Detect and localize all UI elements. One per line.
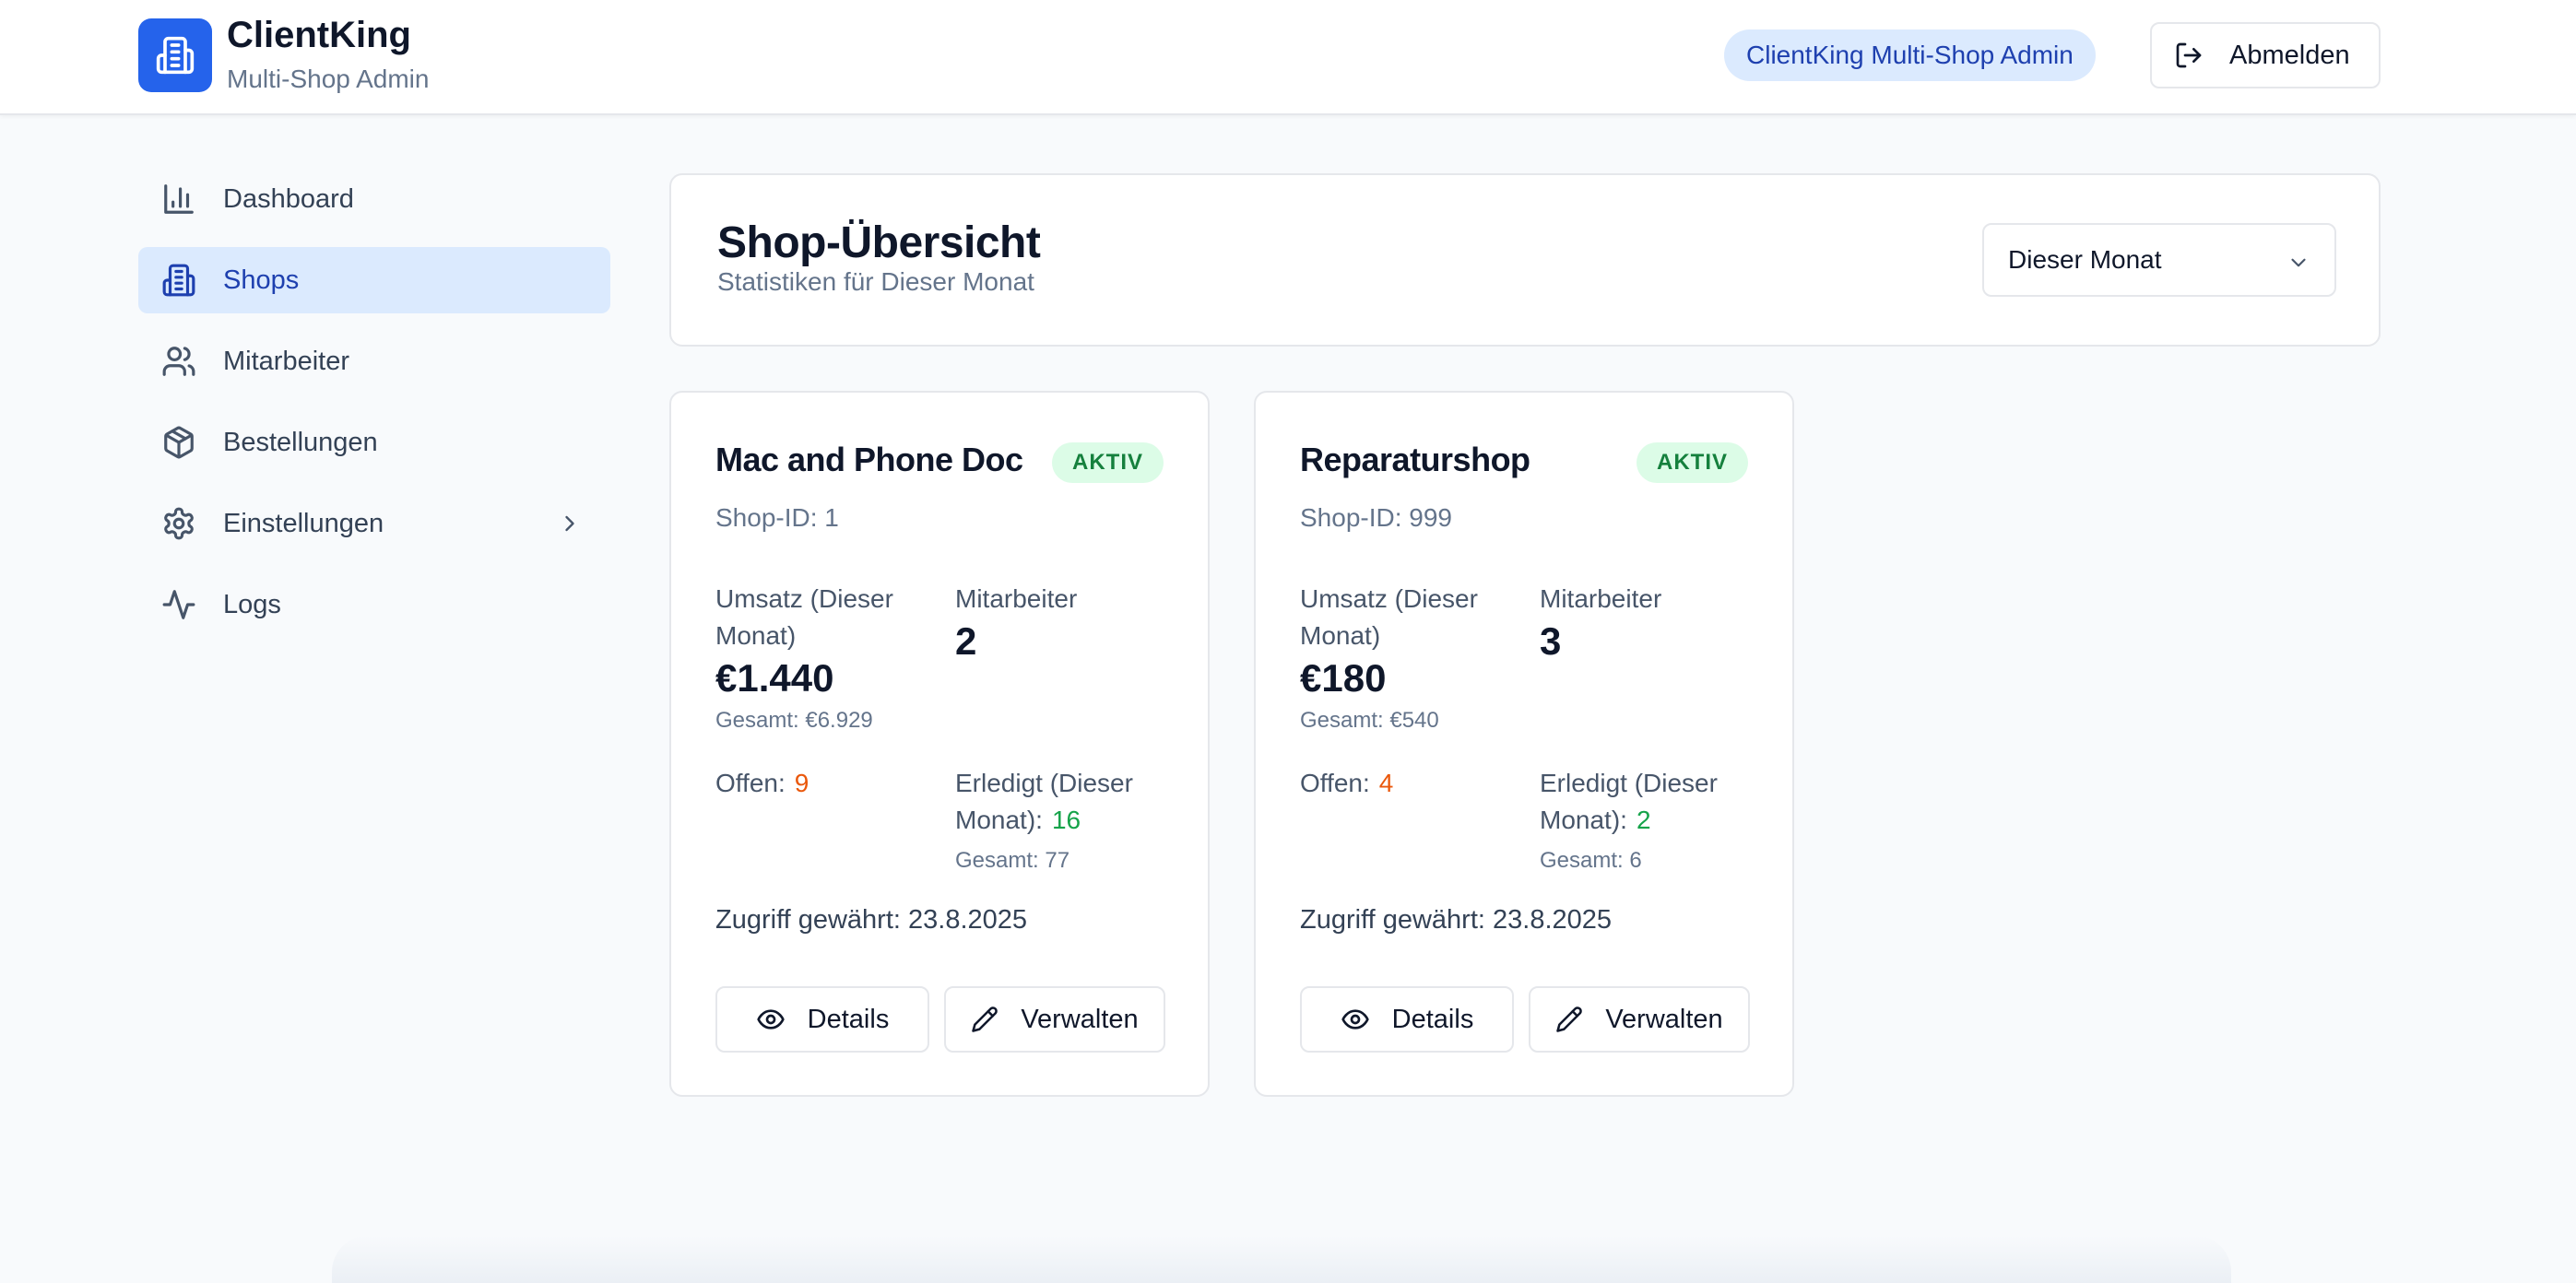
eye-icon xyxy=(757,1009,785,1030)
sidebar-item-einstellungen[interactable]: Einstellungen xyxy=(138,490,610,557)
top-header: ClientKing Multi-Shop Admin ClientKing M… xyxy=(0,0,2576,115)
open-value: 4 xyxy=(1378,769,1394,797)
done-orders: Erledigt (Dieser Monat): 2 xyxy=(1540,765,1761,839)
chevron-down-icon xyxy=(2286,251,2310,281)
sidebar-item-shops[interactable]: Shops xyxy=(138,247,610,313)
open-orders: Offen: 4 xyxy=(1300,765,1393,802)
employees-value: 2 xyxy=(955,619,977,663)
revenue-value: €1.440 xyxy=(715,656,834,700)
logout-label: Abmelden xyxy=(2229,40,2350,70)
sidebar-item-label: Mitarbeiter xyxy=(223,346,349,376)
users-icon xyxy=(160,343,197,380)
employees-label: Mitarbeiter xyxy=(955,584,1078,613)
done-orders: Erledigt (Dieser Monat): 16 xyxy=(955,765,1176,839)
employees-label: Mitarbeiter xyxy=(1540,584,1662,613)
manage-button[interactable]: Verwalten xyxy=(944,986,1165,1053)
open-label: Offen: xyxy=(1300,769,1370,797)
open-orders: Offen: 9 xyxy=(715,765,809,802)
period-select[interactable]: Dieser Monat xyxy=(1982,223,2336,297)
building-icon xyxy=(160,262,197,299)
details-button[interactable]: Details xyxy=(715,986,929,1053)
logout-button[interactable]: Abmelden xyxy=(2150,22,2381,88)
app-title: ClientKing xyxy=(227,15,411,55)
manage-label: Verwalten xyxy=(1021,1004,1139,1034)
status-badge: AKTIV xyxy=(1052,442,1164,483)
building-icon xyxy=(156,36,195,75)
period-select-value: Dieser Monat xyxy=(2008,245,2162,274)
done-value: 16 xyxy=(1051,806,1081,834)
bar-chart-icon xyxy=(160,181,197,218)
sidebar-item-label: Logs xyxy=(223,589,281,619)
sidebar-item-label: Dashboard xyxy=(223,183,354,214)
pencil-icon xyxy=(1556,1006,1583,1032)
shop-name: Mac and Phone Doc xyxy=(715,441,1023,478)
manage-button[interactable]: Verwalten xyxy=(1529,986,1750,1053)
done-total: Gesamt: 77 xyxy=(955,848,1070,873)
employees-value: 3 xyxy=(1540,619,1562,663)
shop-card: Mac and Phone Doc AKTIV Shop-ID: 1 Umsat… xyxy=(669,391,1210,1097)
done-label: Erledigt (Dieser Monat): xyxy=(955,769,1133,834)
sidebar-item-logs[interactable]: Logs xyxy=(138,571,610,638)
overview-panel: Shop-Übersicht Statistiken für Dieser Mo… xyxy=(669,173,2381,347)
logout-icon xyxy=(2176,42,2202,68)
details-label: Details xyxy=(807,1004,890,1034)
open-value: 9 xyxy=(794,769,809,797)
status-badge: AKTIV xyxy=(1637,442,1748,483)
role-badge: ClientKing Multi-Shop Admin xyxy=(1724,29,2096,81)
bottom-shadow xyxy=(332,1235,2231,1283)
done-total: Gesamt: 6 xyxy=(1540,848,1642,873)
revenue-value: €180 xyxy=(1300,656,1387,700)
details-button[interactable]: Details xyxy=(1300,986,1514,1053)
sidebar-item-bestellungen[interactable]: Bestellungen xyxy=(138,409,610,476)
shop-name: Reparaturshop xyxy=(1300,441,1530,478)
open-label: Offen: xyxy=(715,769,786,797)
eye-icon xyxy=(1341,1009,1369,1030)
shop-id: Shop-ID: 1 xyxy=(715,503,839,532)
sidebar-item-label: Einstellungen xyxy=(223,508,384,538)
revenue-total: Gesamt: €540 xyxy=(1300,708,1439,733)
app-subtitle: Multi-Shop Admin xyxy=(227,65,430,93)
manage-label: Verwalten xyxy=(1605,1004,1723,1034)
gear-icon xyxy=(160,505,197,542)
sidebar-nav: Dashboard Shops Mitarbeiter Bestellungen… xyxy=(138,166,610,653)
sidebar-item-dashboard[interactable]: Dashboard xyxy=(138,166,610,232)
shop-id: Shop-ID: 999 xyxy=(1300,503,1452,532)
access-granted: Zugriff gewährt: 23.8.2025 xyxy=(1300,905,1613,935)
sidebar-item-label: Bestellungen xyxy=(223,427,378,457)
done-label: Erledigt (Dieser Monat): xyxy=(1540,769,1718,834)
package-icon xyxy=(160,424,197,461)
access-granted: Zugriff gewährt: 23.8.2025 xyxy=(715,905,1028,935)
page-title: Shop-Übersicht xyxy=(717,218,1041,267)
revenue-total: Gesamt: €6.929 xyxy=(715,708,873,733)
sidebar-item-mitarbeiter[interactable]: Mitarbeiter xyxy=(138,328,610,394)
revenue-label: Umsatz (Dieser Monat) xyxy=(1300,584,1478,650)
pencil-icon xyxy=(972,1006,998,1032)
chevron-right-icon xyxy=(557,511,583,544)
page-subtitle: Statistiken für Dieser Monat xyxy=(717,267,1034,296)
shop-card: Reparaturshop AKTIV Shop-ID: 999 Umsatz … xyxy=(1254,391,1794,1097)
sidebar-item-label: Shops xyxy=(223,265,300,295)
done-value: 2 xyxy=(1636,806,1651,834)
app-logo[interactable] xyxy=(138,18,212,92)
details-label: Details xyxy=(1391,1004,1474,1034)
activity-icon xyxy=(160,586,197,623)
revenue-label: Umsatz (Dieser Monat) xyxy=(715,584,893,650)
